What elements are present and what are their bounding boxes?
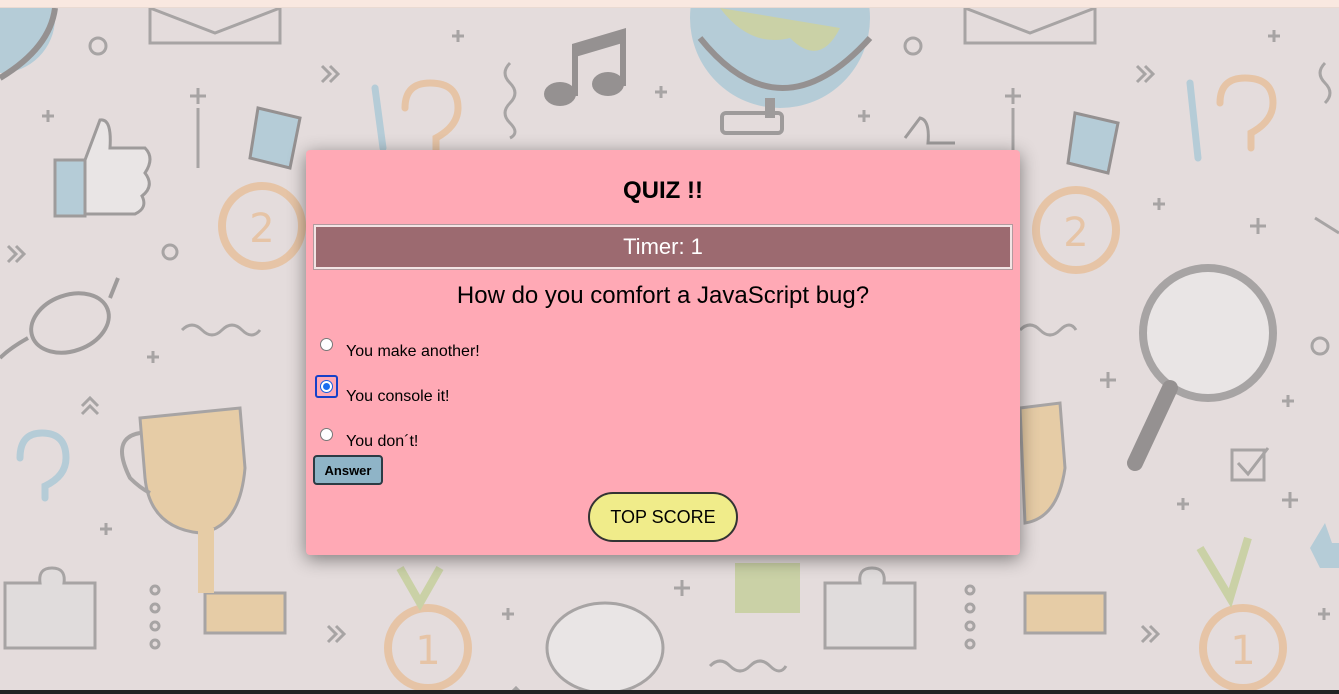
globe-icon (690, 8, 873, 135)
quiz-card: QUIZ !! Timer: 1 How do you comfort a Ja… (306, 150, 1020, 555)
globe-icon (0, 8, 58, 81)
bottom-strip (0, 690, 1339, 694)
svg-text:2: 2 (249, 206, 274, 252)
top-strip (0, 0, 1339, 8)
question-text: How do you comfort a JavaScript bug? (456, 282, 870, 309)
option-2[interactable]: You console it! (315, 375, 449, 406)
svg-text:1: 1 (415, 628, 440, 674)
medal-icon: 2 (1032, 111, 1120, 274)
glasses-icon (0, 277, 120, 360)
option-3-radio[interactable] (320, 428, 333, 441)
top-score-button[interactable]: TOP SCORE (588, 492, 738, 542)
trophy-icon (120, 406, 287, 635)
option-3-label[interactable]: You don´t! (346, 433, 418, 451)
option-3[interactable]: You don´t! (320, 425, 418, 451)
checkbox-icon (1230, 447, 1270, 482)
timer-display: Timer: 1 (314, 225, 1012, 269)
puzzle-piece-icon (735, 563, 800, 613)
trophy-icon (1018, 401, 1107, 635)
option-2-focus-ring (315, 375, 338, 398)
option-2-label[interactable]: You console it! (346, 388, 449, 406)
speech-bubble-icon (545, 601, 665, 690)
svg-text:1: 1 (1230, 628, 1255, 674)
magnifier-icon (1127, 264, 1277, 471)
quiz-title: QUIZ !! (623, 177, 703, 204)
star-icon (1310, 523, 1339, 568)
option-1-radio[interactable] (320, 338, 333, 351)
option-2-radio[interactable] (320, 380, 333, 393)
answer-button[interactable]: Answer (313, 455, 383, 485)
envelope-icon (148, 8, 282, 45)
option-1[interactable]: You make another! (320, 335, 480, 361)
svg-text:2: 2 (1063, 210, 1088, 256)
option-1-label[interactable]: You make another! (346, 343, 480, 361)
music-note-icon (544, 28, 626, 106)
medal-icon: 2 (218, 106, 306, 270)
envelope-icon (963, 8, 1097, 45)
medal-icon: 1 (1196, 536, 1287, 690)
medal-icon: 1 (384, 566, 472, 690)
